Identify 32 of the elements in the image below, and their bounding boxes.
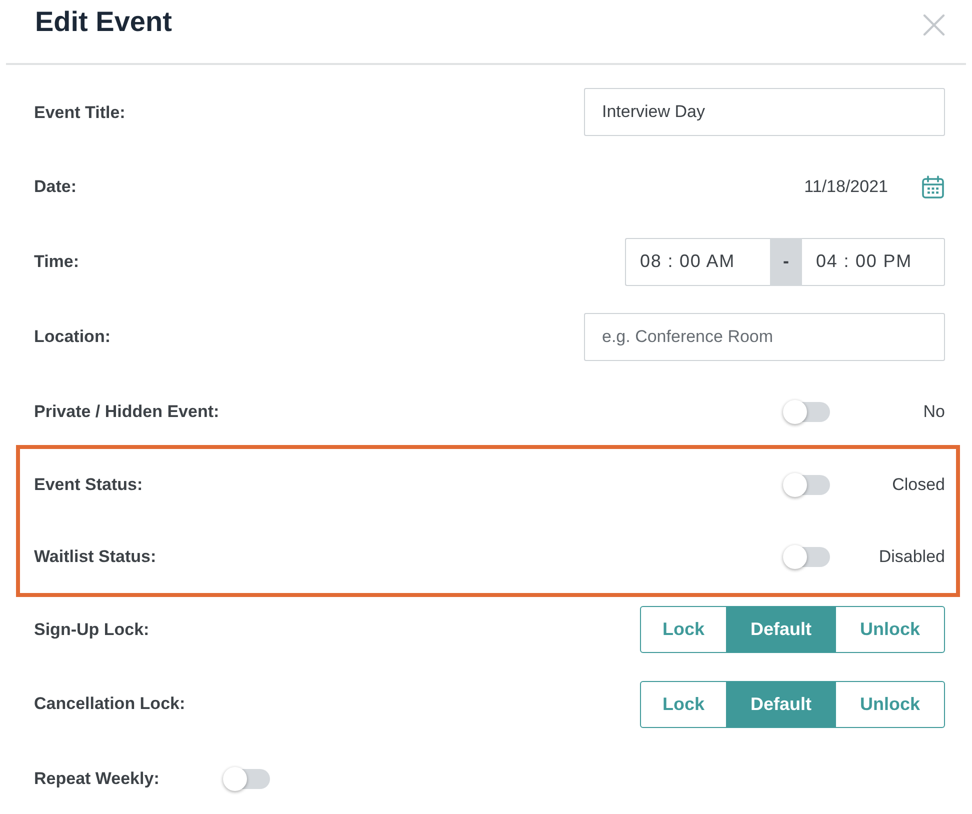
toggle-switch[interactable] xyxy=(783,400,830,424)
toggle-value: Disabled xyxy=(878,546,945,568)
field-label: Date: xyxy=(34,176,77,198)
segment-button[interactable]: Lock xyxy=(640,606,727,653)
time-separator: - xyxy=(770,238,802,286)
toggle-switch[interactable] xyxy=(783,544,830,569)
field-label: Event Title: xyxy=(34,102,126,124)
dialog-title: Edit Event xyxy=(35,5,172,39)
field-label: Waitlist Status: xyxy=(34,546,156,568)
segment-button[interactable]: Unlock xyxy=(836,606,945,653)
segment-button[interactable]: Unlock xyxy=(836,680,945,728)
field-label: Private / Hidden Event: xyxy=(34,400,220,423)
field-label: Sign-Up Lock: xyxy=(34,618,150,641)
toggle-value: No xyxy=(922,400,945,423)
field-label: Location: xyxy=(34,326,110,348)
end-time-field[interactable]: 04 : 00 PM xyxy=(802,238,945,286)
input-field[interactable]: e.g. Conference Room xyxy=(584,312,945,361)
segment-button[interactable]: Default xyxy=(726,680,837,728)
segment-button[interactable]: Default xyxy=(726,606,837,653)
input-field[interactable]: Interview Day xyxy=(584,88,945,136)
field-label: Cancellation Lock: xyxy=(34,693,186,716)
field-label: Time: xyxy=(34,251,80,274)
segment-button[interactable]: Lock xyxy=(640,680,727,728)
close-icon xyxy=(923,14,945,36)
field-label: Repeat Weekly: xyxy=(34,768,160,790)
date-value: 11/18/2021 xyxy=(804,176,888,198)
toggle-value: Closed xyxy=(891,474,945,496)
toggle-switch[interactable] xyxy=(223,766,270,791)
toggle-switch[interactable] xyxy=(783,472,830,497)
close-button[interactable] xyxy=(923,14,945,36)
calendar-icon[interactable] xyxy=(921,175,945,200)
field-label: Event Status: xyxy=(34,474,143,496)
